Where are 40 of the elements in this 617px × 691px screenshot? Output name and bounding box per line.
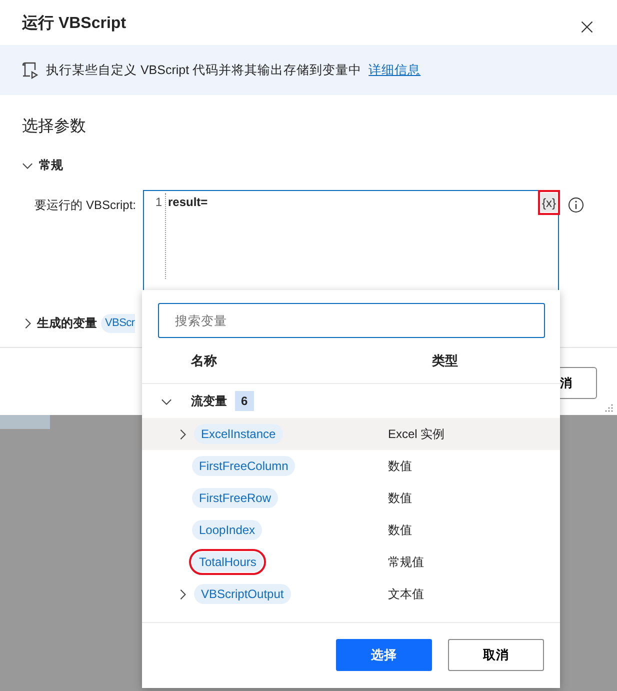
- variable-row[interactable]: VBScriptOutput 文本值: [142, 578, 560, 610]
- section-title: 生成的变量: [37, 315, 97, 332]
- code-text: result=: [167, 194, 208, 211]
- variable-chip[interactable]: VBScr: [101, 314, 135, 332]
- variable-type: 数值: [388, 522, 412, 539]
- variable-row[interactable]: FirstFreeRow 数值: [142, 482, 560, 514]
- variable-row[interactable]: TotalHours 常规值: [142, 546, 560, 578]
- info-text: 执行某些自定义 VBScript 代码并将其输出存储到变量中: [46, 62, 362, 79]
- variable-chip[interactable]: LoopIndex: [192, 520, 262, 540]
- count-badge: 6: [235, 391, 254, 411]
- variable-row[interactable]: ExcelInstance Excel 实例: [142, 418, 560, 450]
- variable-chip[interactable]: FirstFreeColumn: [192, 456, 296, 476]
- dialog-title: 运行 VBScript: [22, 14, 126, 34]
- section-heading: 选择参数: [21, 116, 87, 137]
- resize-grip-icon: [603, 404, 613, 414]
- group-label: 流变量: [191, 393, 227, 410]
- variable-chip[interactable]: FirstFreeRow: [192, 488, 278, 508]
- line-number: 1: [154, 194, 162, 211]
- variable-type: 常规值: [388, 554, 424, 571]
- cancel-button[interactable]: 取消: [448, 639, 544, 671]
- script-icon: [21, 61, 39, 79]
- column-header: 名称: [191, 352, 218, 370]
- variable-chip[interactable]: TotalHours: [192, 552, 264, 572]
- variable-type: 数值: [388, 458, 412, 475]
- background-panel: [0, 415, 50, 429]
- select-button[interactable]: 选择: [336, 639, 432, 671]
- variable-type: 数值: [388, 490, 412, 507]
- details-link[interactable]: 详细信息: [368, 60, 421, 80]
- column-header: 类型: [432, 352, 458, 370]
- variable-row[interactable]: LoopIndex 数值: [142, 514, 560, 546]
- field-label: 要运行的 VBScript:: [34, 197, 136, 214]
- search-field[interactable]: 搜索变量: [158, 303, 545, 338]
- variable-type: 文本值: [388, 586, 424, 603]
- variable-row[interactable]: FirstFreeColumn 数值: [142, 450, 560, 482]
- variable-button[interactable]: {x}: [540, 193, 557, 212]
- variable-chip[interactable]: VBScriptOutput: [194, 584, 291, 604]
- variable-type: Excel 实例: [388, 426, 445, 443]
- variable-chip[interactable]: ExcelInstance: [194, 424, 283, 444]
- info-icon: [568, 197, 584, 213]
- section-title: 常规: [39, 157, 63, 174]
